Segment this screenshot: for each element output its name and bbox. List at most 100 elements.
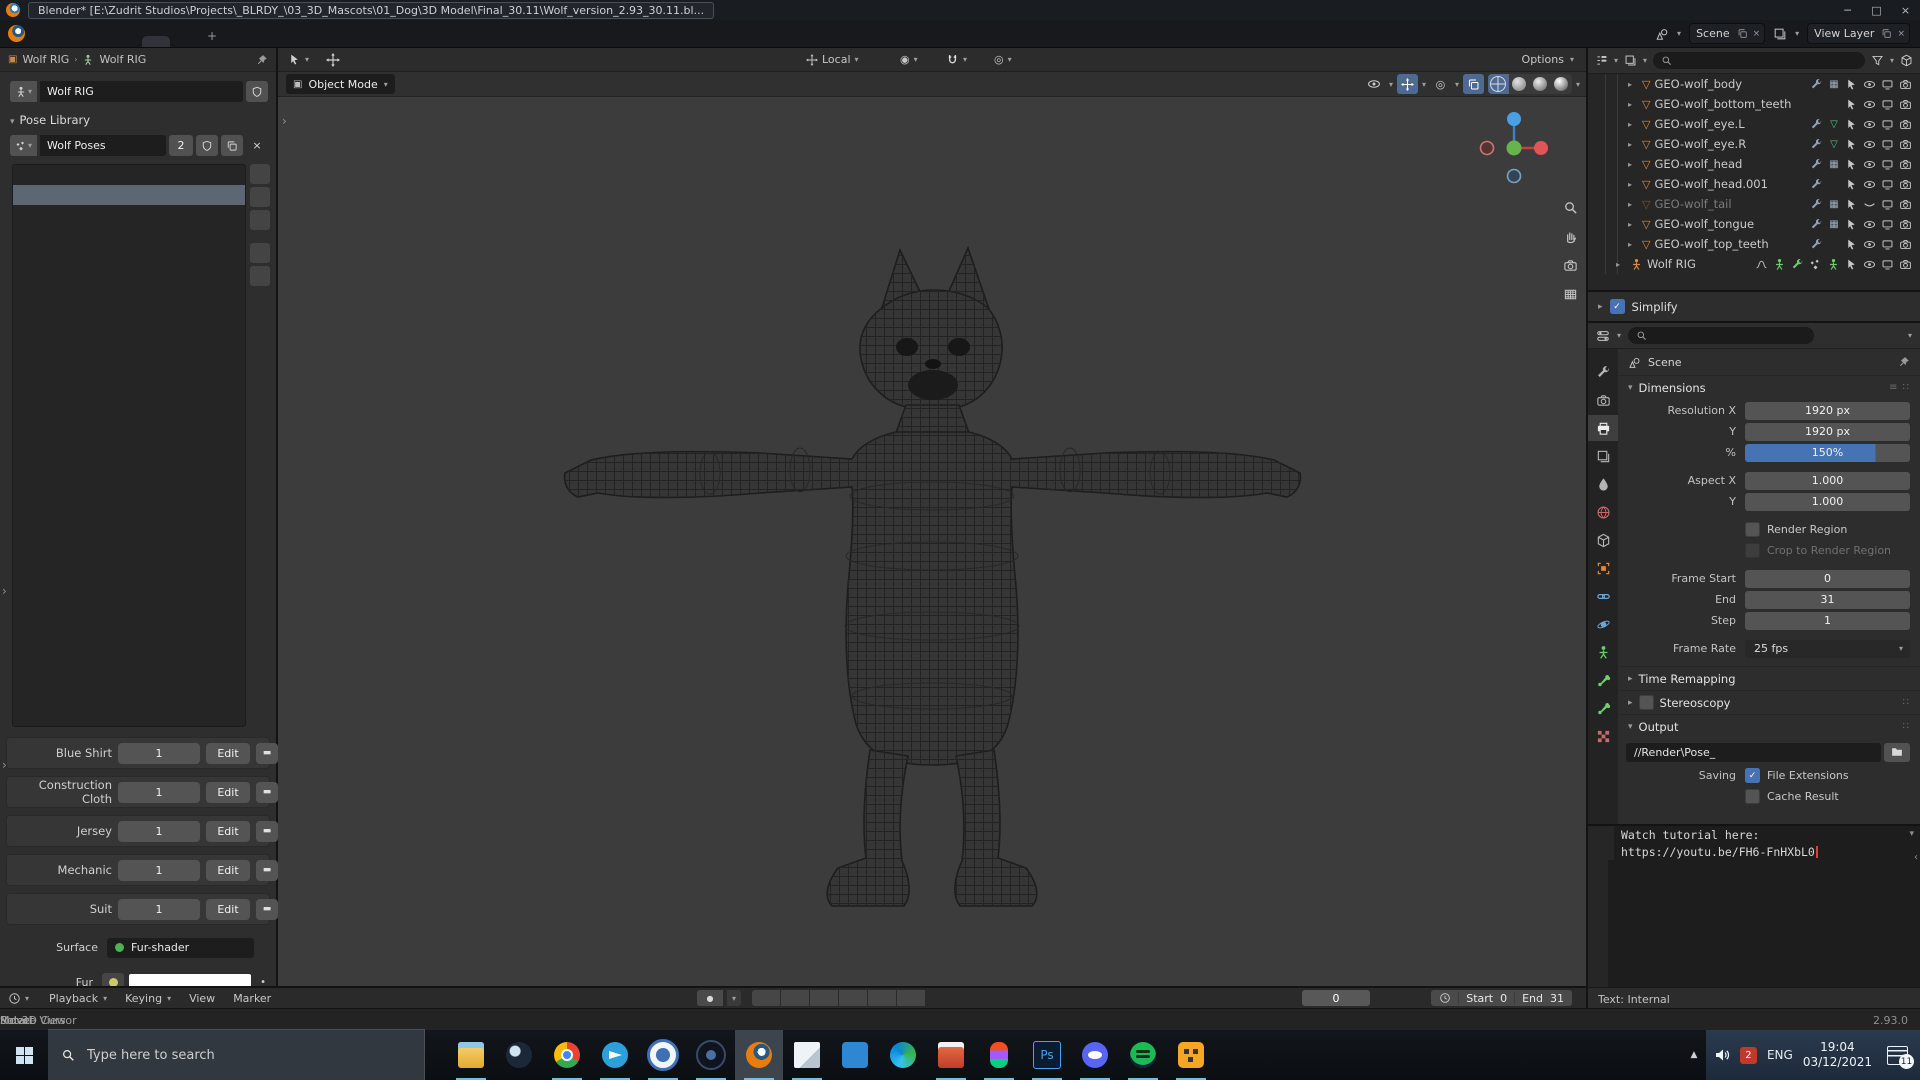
dimensions-panel-header[interactable]: ▾ Dimensions ≡ ∷	[1618, 375, 1920, 399]
pose-list-item[interactable]	[13, 205, 245, 225]
slider-value[interactable]: 1	[118, 742, 200, 764]
text-datablock-label[interactable]: Text: Internal	[1598, 993, 1670, 1006]
selectable-cursor-icon[interactable]	[1845, 178, 1858, 191]
disable-viewports-icon[interactable]	[1881, 218, 1894, 231]
ortho-grid-icon[interactable]	[1563, 287, 1578, 302]
panel-expand-chevron[interactable]: ›	[2, 758, 7, 772]
show-overlays-toggle[interactable]: ◎	[1430, 74, 1451, 94]
workspace-tab[interactable]	[170, 36, 198, 47]
view-layer-tab[interactable]	[1588, 443, 1618, 469]
pose-list-item[interactable]	[13, 565, 245, 585]
outliner-row[interactable]: ▸ ▽ GEO-wolf_head ▦	[1628, 154, 1920, 174]
view-layer-selector[interactable]: View Layer ×	[1807, 23, 1910, 44]
pose-list-item[interactable]	[13, 665, 245, 685]
output-tab[interactable]	[1588, 415, 1618, 441]
pose-library-id-dropdown[interactable]: ▾	[10, 135, 37, 156]
selectable-cursor-icon[interactable]	[1845, 98, 1858, 111]
bone-constraint-tab[interactable]	[1588, 695, 1618, 721]
pose-list-item[interactable]	[13, 625, 245, 645]
panel-expand-chevron[interactable]: ›	[2, 584, 7, 598]
search-input[interactable]	[85, 1046, 349, 1064]
tool-tab[interactable]	[1588, 359, 1618, 385]
file-explorer-icon[interactable]	[447, 1030, 495, 1080]
simplify-checkbox[interactable]	[1609, 299, 1625, 314]
expand-arrow-icon[interactable]: ▸	[1616, 260, 1626, 269]
disable-render-icon[interactable]	[1899, 238, 1912, 251]
snap-magnet-icon[interactable]: ▾	[946, 48, 967, 71]
outliner-scene-chevron[interactable]: ▾	[1643, 56, 1647, 65]
remove-button[interactable]: ▬	[256, 898, 278, 920]
disable-viewports-icon[interactable]	[1881, 98, 1894, 111]
expand-arrow-icon[interactable]: ▸	[1628, 200, 1638, 209]
property-field[interactable]: 1920 px ▾	[1745, 401, 1910, 420]
language-indicator[interactable]: ENG	[1767, 1048, 1793, 1062]
expand-arrow-icon[interactable]: ▸	[1628, 180, 1638, 189]
remove-button[interactable]: ▬	[256, 742, 278, 764]
outliner-row[interactable]: ▸ ▽ GEO-wolf_body ▦	[1628, 74, 1920, 94]
armature-name-field[interactable]: Wolf RIG	[40, 81, 243, 102]
timeline-editor-type-icon[interactable]: ▾	[8, 988, 29, 1008]
property-field[interactable]: 1920 px ▾	[1745, 422, 1910, 441]
app-red-icon[interactable]	[927, 1030, 975, 1080]
checkbox[interactable]	[1745, 522, 1760, 537]
maximize-button[interactable]: □	[1862, 0, 1891, 20]
timeline-menu[interactable]: Keying ▾	[116, 992, 180, 1005]
disable-render-icon[interactable]	[1899, 198, 1912, 211]
start-button[interactable]	[0, 1030, 48, 1080]
outliner-scene-icon[interactable]	[1624, 54, 1637, 67]
stereoscopy-panel-header[interactable]: ▸ Stereoscopy ∷	[1618, 690, 1920, 714]
disable-viewports-icon[interactable]	[1881, 178, 1894, 191]
transport-button[interactable]	[839, 990, 867, 1006]
armature-id-dropdown[interactable]: ▾	[10, 81, 37, 102]
close-button[interactable]: ×	[1891, 0, 1920, 20]
record-button[interactable]: ●	[697, 990, 723, 1006]
fake-user-shield-icon[interactable]	[196, 135, 218, 156]
property-field[interactable]: 150% ▾	[1745, 443, 1910, 462]
collection-tab[interactable]	[1588, 527, 1618, 553]
spotify-icon[interactable]	[1119, 1030, 1167, 1080]
rendered-shading-button[interactable]	[1551, 74, 1572, 94]
slider-value[interactable]: 1	[118, 781, 200, 803]
active-tool-dropdown[interactable]: ▾	[288, 48, 309, 71]
add-workspace-button[interactable]: +	[198, 25, 226, 47]
object-tab[interactable]	[1588, 555, 1618, 581]
keying-dropdown[interactable]: ▾	[727, 990, 741, 1006]
hide-viewport-eye-icon[interactable]	[1863, 138, 1876, 151]
xray-toggle[interactable]	[1462, 74, 1484, 94]
selectable-cursor-icon[interactable]	[1845, 158, 1858, 171]
taskbar-search[interactable]	[48, 1029, 425, 1080]
constraints-tab[interactable]	[1588, 583, 1618, 609]
outliner-row[interactable]: ▸ ▽ GEO-wolf_eye.L ▽	[1628, 114, 1920, 134]
figma-icon[interactable]	[975, 1030, 1023, 1080]
new-library-icon[interactable]	[221, 135, 243, 156]
new-collection-icon[interactable]	[1900, 54, 1913, 67]
editor-side-chevron[interactable]: ‹	[1914, 852, 1918, 863]
selectable-cursor-icon[interactable]	[1845, 258, 1858, 271]
blender-menu-icon[interactable]	[8, 25, 25, 42]
minimize-button[interactable]: ─	[1833, 0, 1862, 20]
property-field[interactable]: 1.000 ▾	[1745, 492, 1910, 511]
pose-list-item[interactable]	[13, 345, 245, 365]
pose-list-item[interactable]	[13, 505, 245, 525]
hide-viewport-eye-icon[interactable]	[1863, 78, 1876, 91]
pose-list-item[interactable]	[13, 365, 245, 385]
visibility-chevron[interactable]: ▾	[1389, 80, 1393, 89]
pose-list-item[interactable]	[13, 325, 245, 345]
steam-icon[interactable]	[495, 1030, 543, 1080]
blender-icon[interactable]	[735, 1030, 783, 1080]
filter-funnel-icon[interactable]	[1871, 54, 1884, 67]
text-editor-line[interactable]: 1 Watch tutorial here:	[1588, 826, 1920, 843]
expand-arrow-icon[interactable]: ▸	[1628, 140, 1638, 149]
selectable-cursor-icon[interactable]	[1845, 138, 1858, 151]
app-orange-icon[interactable]	[1167, 1030, 1215, 1080]
photoshop-icon[interactable]	[1023, 1030, 1071, 1080]
volume-icon[interactable]	[1714, 1047, 1730, 1063]
scene-selector[interactable]: Scene ×	[1689, 23, 1766, 44]
checkbox[interactable]	[1745, 543, 1760, 558]
text-editor[interactable]: 1 Watch tutorial here: 2 https://youtu.b…	[1588, 824, 1920, 1010]
pose-list-item[interactable]	[13, 705, 245, 725]
pose-list-item[interactable]	[13, 265, 245, 285]
text-editor-line[interactable]: 2 https://youtu.be/FH6-FnHXbL0	[1588, 843, 1920, 860]
show-gizmo-toggle[interactable]	[1396, 74, 1418, 94]
workspace-tab[interactable]	[142, 36, 170, 47]
